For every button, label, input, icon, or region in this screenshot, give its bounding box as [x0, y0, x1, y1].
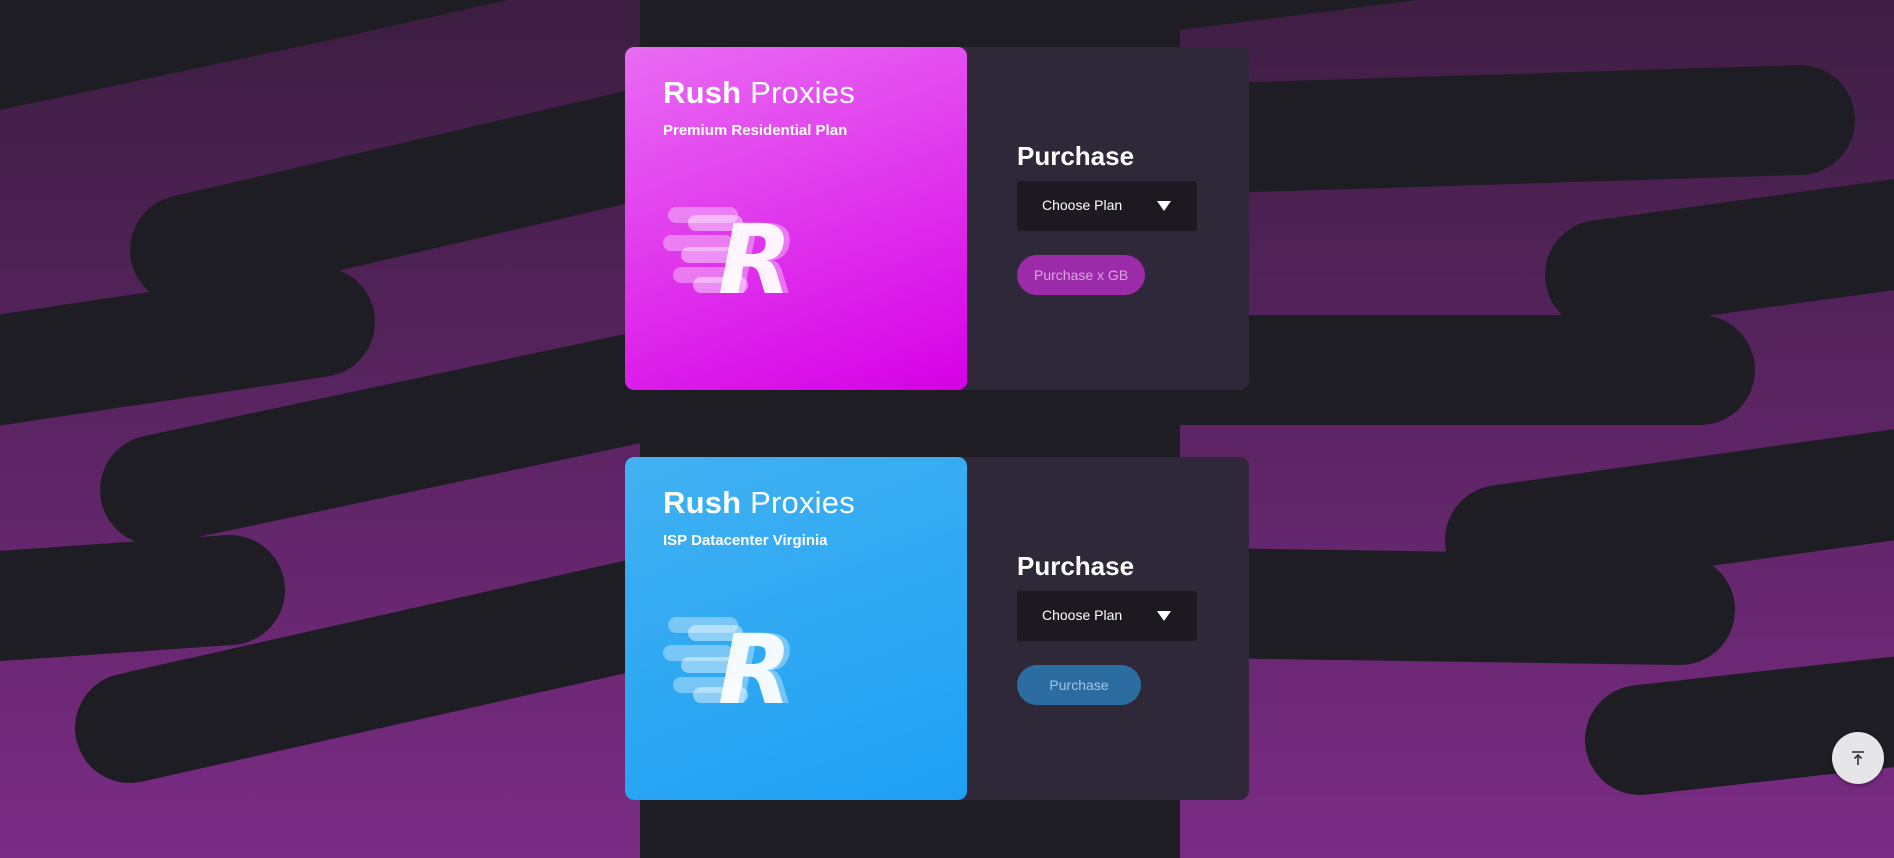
purchase-button[interactable]: Purchase x GB	[1017, 255, 1146, 295]
brand-name-light: Proxies	[750, 75, 855, 110]
product-card-isp-datacenter: Rush Proxies ISP Datacenter Virginia R R…	[625, 457, 1249, 800]
rush-logo-icon: R R	[663, 204, 798, 307]
caret-down-icon	[1157, 201, 1171, 211]
logo-letter: R	[718, 204, 792, 307]
choose-plan-label: Choose Plan	[1042, 197, 1123, 213]
brand-title: Rush Proxies	[663, 485, 855, 521]
purchase-heading: Purchase	[1017, 141, 1135, 171]
choose-plan-dropdown[interactable]: Choose Plan	[1017, 591, 1197, 641]
purchase-button[interactable]: Purchase	[1017, 665, 1141, 705]
plan-name: ISP Datacenter Virginia	[663, 532, 828, 549]
brand-name-light: Proxies	[750, 485, 855, 520]
logo-letter: R	[718, 614, 792, 717]
purchase-section: Purchase Choose Plan Purchase	[1017, 457, 1249, 800]
plan-name: Premium Residential Plan	[663, 122, 848, 139]
caret-down-icon	[1157, 611, 1171, 621]
choose-plan-label: Choose Plan	[1042, 607, 1123, 623]
brand-name-bold: Rush	[663, 75, 742, 110]
arrow-up-to-line-icon	[1852, 751, 1864, 765]
scroll-to-top-button[interactable]	[1832, 732, 1884, 784]
purchase-section: Purchase Choose Plan Purchase x GB	[1017, 47, 1249, 390]
brand-title: Rush Proxies	[663, 75, 855, 111]
choose-plan-dropdown[interactable]: Choose Plan	[1017, 181, 1197, 231]
rush-logo-icon: R R	[663, 614, 798, 717]
brand-panel: Rush Proxies ISP Datacenter Virginia R R	[625, 457, 967, 800]
product-card-residential: Rush Proxies Premium Residential Plan R …	[625, 47, 1249, 390]
purchase-heading: Purchase	[1017, 551, 1135, 581]
brand-panel: Rush Proxies Premium Residential Plan R …	[625, 47, 967, 390]
brand-name-bold: Rush	[663, 485, 742, 520]
